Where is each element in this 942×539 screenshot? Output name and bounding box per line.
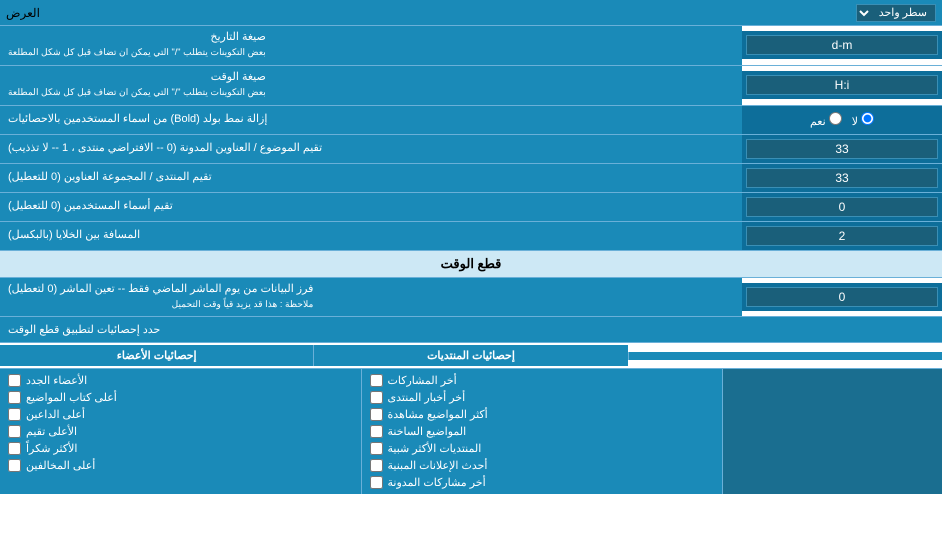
checkbox-top-referrers[interactable] — [8, 408, 21, 421]
time-format-label: صيغة الوقتبعض التكوينات يتطلب "/" التي ي… — [0, 66, 742, 105]
cutoff-input-container — [742, 283, 942, 311]
spacing-input-container — [742, 222, 942, 250]
forum-sort-label: تقيم المنتدى / المجموعة العناوين (0 للتع… — [0, 164, 742, 192]
users-sort-row: تقيم أسماء المستخدمين (0 للتعطيل) — [0, 193, 942, 222]
remove-bold-radios: لا نعم — [802, 110, 882, 130]
checkbox-item: الأكثر شكراً — [8, 440, 353, 457]
checkboxes-content: أخر المشاركات أخر أخبار المنتدى أكثر الم… — [0, 369, 942, 494]
checkboxes-col3 — [722, 369, 942, 494]
checkboxes-header: إحصائيات المنتديات إحصائيات الأعضاء — [0, 343, 942, 369]
users-sort-input[interactable] — [746, 197, 938, 217]
checkbox-item: أعلى الداعين — [8, 406, 353, 423]
checkbox-hot[interactable] — [370, 425, 383, 438]
time-format-row: صيغة الوقتبعض التكوينات يتطلب "/" التي ي… — [0, 66, 942, 106]
checkbox-item: الأعلى تقيم — [8, 423, 353, 440]
date-format-label: صيغة التاريخبعض التكوينات يتطلب "/" التي… — [0, 26, 742, 65]
cutoff-row: فرز البيانات من يوم الماشر الماضي فقط --… — [0, 278, 942, 318]
checkbox-item: المواضيع الساخنة — [370, 423, 715, 440]
checkbox-new-members[interactable] — [8, 374, 21, 387]
spacing-input[interactable] — [746, 226, 938, 246]
forum-sort-input[interactable] — [746, 168, 938, 188]
checkbox-item: الأعضاء الجدد — [8, 372, 353, 389]
forum-sort-row: تقيم المنتدى / المجموعة العناوين (0 للتع… — [0, 164, 942, 193]
checkboxes-section: إحصائيات المنتديات إحصائيات الأعضاء أخر … — [0, 343, 942, 494]
checkbox-item: أحدث الإعلانات المبنية — [370, 457, 715, 474]
users-sort-input-container — [742, 193, 942, 221]
radio-no-label: لا — [852, 112, 874, 128]
topics-sort-input[interactable] — [746, 139, 938, 159]
cutoff-label: فرز البيانات من يوم الماشر الماضي فقط --… — [0, 278, 742, 317]
date-format-row: صيغة التاريخبعض التكوينات يتطلب "/" التي… — [0, 26, 942, 66]
topics-sort-row: تقيم الموضوع / العناوين المدونة (0 -- ال… — [0, 135, 942, 164]
top-label: العرض — [6, 6, 40, 20]
checkbox-item: أعلى كتاب المواضيع — [8, 389, 353, 406]
topics-sort-label: تقيم الموضوع / العناوين المدونة (0 -- ال… — [0, 135, 742, 163]
realtime-section-header: قطع الوقت — [0, 251, 942, 278]
date-format-input[interactable] — [746, 35, 938, 55]
date-format-input-container — [742, 31, 942, 59]
checkbox-most-thanked[interactable] — [8, 442, 21, 455]
radio-yes[interactable] — [829, 112, 842, 125]
radio-yes-label: نعم — [810, 112, 842, 128]
col3-header — [628, 352, 942, 360]
checkbox-news[interactable] — [370, 391, 383, 404]
radio-no[interactable] — [861, 112, 874, 125]
time-format-input[interactable] — [746, 75, 938, 95]
spacing-label: المسافة بين الخلايا (بالبكسل) — [0, 222, 742, 250]
checkboxes-col1: الأعضاء الجدد أعلى كتاب المواضيع أعلى ال… — [0, 369, 361, 494]
checkbox-posts[interactable] — [370, 374, 383, 387]
col2-header: إحصائيات المنتديات — [313, 345, 627, 366]
checkbox-item: أخر المشاركات — [370, 372, 715, 389]
checkbox-top-posters[interactable] — [8, 391, 21, 404]
checkbox-popular-forums[interactable] — [370, 442, 383, 455]
checkbox-item: أخر مشاركات المدونة — [370, 474, 715, 491]
cutoff-input[interactable] — [746, 287, 938, 307]
checkbox-item: أخر أخبار المنتدى — [370, 389, 715, 406]
checkbox-blog[interactable] — [370, 476, 383, 489]
checkbox-item: المنتديات الأكثر شبية — [370, 440, 715, 457]
top-row: سطر واحدسطرينثلاثة أسطر العرض — [0, 0, 942, 26]
forum-sort-input-container — [742, 164, 942, 192]
time-format-input-container — [742, 71, 942, 99]
checkboxes-col2: أخر المشاركات أخر أخبار المنتدى أكثر الم… — [361, 369, 723, 494]
col1-header: إحصائيات الأعضاء — [0, 345, 313, 366]
apply-row: حدد إحصائيات لتطبيق قطع الوقت — [0, 317, 942, 343]
users-sort-label: تقيم أسماء المستخدمين (0 للتعطيل) — [0, 193, 742, 221]
spacing-row: المسافة بين الخلايا (بالبكسل) — [0, 222, 942, 251]
checkbox-viewed[interactable] — [370, 408, 383, 421]
checkbox-top-rated[interactable] — [8, 425, 21, 438]
topics-sort-input-container — [742, 135, 942, 163]
checkbox-item: أكثر المواضيع مشاهدة — [370, 406, 715, 423]
checkbox-announcements[interactable] — [370, 459, 383, 472]
remove-bold-input-container: لا نعم — [742, 106, 942, 134]
display-select[interactable]: سطر واحدسطرينثلاثة أسطر — [856, 4, 936, 22]
checkbox-top-violators[interactable] — [8, 459, 21, 472]
checkbox-item: أعلى المخالفين — [8, 457, 353, 474]
remove-bold-row: لا نعم إزالة نمط بولد (Bold) من اسماء ال… — [0, 106, 942, 135]
remove-bold-label: إزالة نمط بولد (Bold) من اسماء المستخدمي… — [0, 106, 742, 134]
